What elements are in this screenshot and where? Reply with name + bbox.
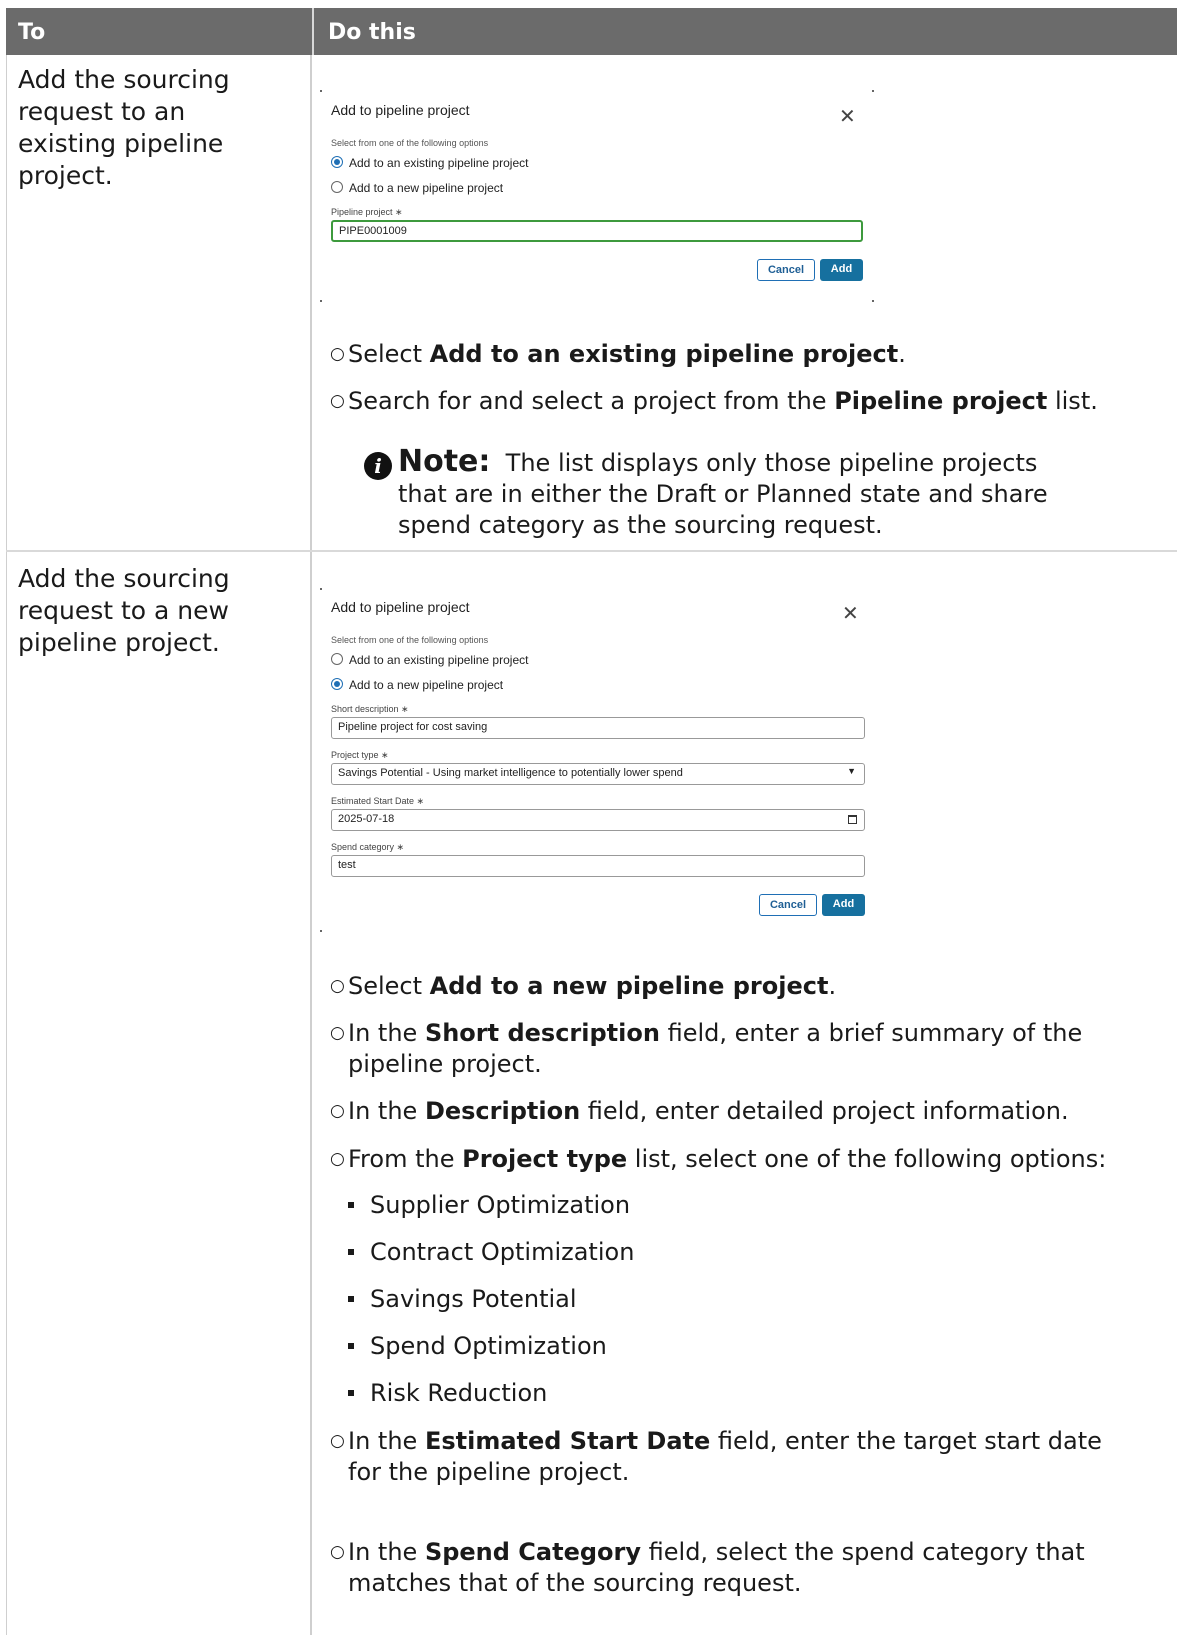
table-header: To Do this [6,8,1177,55]
list-marker: ○ [330,1431,345,1451]
info-icon: i [364,452,392,480]
start-date-input[interactable]: 2025-07-18 [331,809,865,831]
list-marker: ○ [330,1542,345,1562]
radio-new-project[interactable]: Add to a new pipeline project [331,181,503,195]
radio-label: Add to an existing pipeline project [349,156,529,170]
add-button[interactable]: Add [820,259,863,281]
project-type-option: Contract Optimization [348,1237,634,1268]
screenshot-corner [320,930,322,932]
row2-step-1: ○ Select Add to a new pipeline project. [330,971,1140,1002]
short-description-input[interactable]: Pipeline project for cost saving [331,717,865,739]
project-type-value: Savings Potential - Using market intelli… [338,767,683,779]
list-marker: ○ [330,391,345,411]
radio-existing-project[interactable]: Add to an existing pipeline project [331,653,528,667]
header-do-this: Do this [328,20,416,45]
step-text: Select Add to an existing pipeline proje… [348,340,906,368]
start-date-value: 2025-07-18 [338,813,395,825]
spend-category-input[interactable]: test [331,855,865,877]
step-text: In the Estimated Start Date field, enter… [348,1427,1102,1486]
row1-to-text: Add the sourcing request to an existing … [18,65,230,190]
note-text: Note: The list displays only those pipel… [398,444,1048,539]
short-description-label: Short description ∗ [331,704,409,714]
row2-step-4: ○ From the Project type list, select one… [330,1144,1140,1175]
header-divider [312,8,314,55]
radio-label: Add to an existing pipeline project [349,653,529,667]
radio-label: Add to a new pipeline project [349,678,504,692]
dialog-title: Add to pipeline project [331,599,470,615]
add-button[interactable]: Add [822,894,865,916]
step-text: In the Spend Category field, select the … [348,1538,1085,1597]
note-label: Note: [398,444,491,479]
dialog-new-project: Add to pipeline project ✕ Select from on… [331,599,869,919]
step-text: In the Description field, enter detailed… [348,1097,1069,1125]
row2-to-text: Add the sourcing request to a new pipeli… [18,564,230,657]
radio-new-project[interactable]: Add to a new pipeline project [331,678,503,692]
row2-step-3: ○ In the Description field, enter detail… [330,1096,1140,1127]
dialog-existing-project: Add to pipeline project ✕ Select from on… [331,102,866,282]
project-type-label: Project type ∗ [331,750,389,760]
radio-label: Add to a new pipeline project [349,181,504,195]
step-text: In the Short description field, enter a … [348,1019,1083,1078]
list-marker: ○ [330,1023,345,1043]
header-to: To [18,20,46,45]
bullet-marker [348,1249,354,1255]
close-icon[interactable]: ✕ [839,104,856,129]
dialog-title: Add to pipeline project [331,102,470,118]
list-marker: ○ [330,976,345,996]
caret-down-icon: ▼ [847,766,856,776]
bullet-marker [348,1390,354,1396]
screenshot-corner [320,588,322,590]
step-text: Select Add to a new pipeline project. [348,972,837,1000]
table-left-border [6,55,7,1635]
screenshot-corner [872,90,874,92]
step-text: Search for and select a project from the… [348,387,1098,415]
bullet-marker [348,1343,354,1349]
row1-step-1: ○ Select Add to an existing pipeline pro… [330,339,1140,370]
row2-step-2: ○ In the Short description field, enter … [330,1018,1140,1080]
step-text: From the Project type list, select one o… [348,1145,1107,1173]
project-type-option: Risk Reduction [348,1378,547,1409]
project-type-option: Spend Optimization [348,1331,607,1362]
bullet-marker [348,1202,354,1208]
bullet-marker [348,1296,354,1302]
row-divider [6,550,1177,552]
radio-selected-icon [331,678,343,690]
radio-existing-project[interactable]: Add to an existing pipeline project [331,156,528,170]
project-type-option: Supplier Optimization [348,1190,630,1221]
cancel-button[interactable]: Cancel [757,259,815,281]
project-type-option: Savings Potential [348,1284,577,1315]
row2-step-5: ○ In the Estimated Start Date field, ent… [330,1426,1140,1488]
list-marker: ○ [330,1149,345,1169]
column-divider [310,55,312,1635]
radio-unselected-icon [331,653,343,665]
calendar-icon [848,815,857,824]
spend-category-label: Spend category ∗ [331,842,405,852]
radio-selected-icon [331,156,343,168]
radio-unselected-icon [331,181,343,193]
row2-step-6: ○ In the Spend Category field, select th… [330,1537,1140,1599]
screenshot-corner [320,300,322,302]
screenshot-corner [320,90,322,92]
start-date-label: Estimated Start Date ∗ [331,796,425,806]
list-marker: ○ [330,1101,345,1121]
cancel-button[interactable]: Cancel [759,894,817,916]
pipeline-project-label: Pipeline project ∗ [331,207,403,217]
close-icon[interactable]: ✕ [842,601,859,626]
dialog-subtitle: Select from one of the following options [331,138,489,148]
pipeline-project-input[interactable]: PIPE0001009 [331,220,863,242]
project-type-select[interactable]: Savings Potential - Using market intelli… [331,763,865,785]
list-marker: ○ [330,344,345,364]
note-block: i Note: The list displays only those pip… [364,446,1084,541]
dialog-subtitle: Select from one of the following options [331,635,489,645]
screenshot-corner [872,300,874,302]
row1-step-2: ○ Search for and select a project from t… [330,386,1140,417]
